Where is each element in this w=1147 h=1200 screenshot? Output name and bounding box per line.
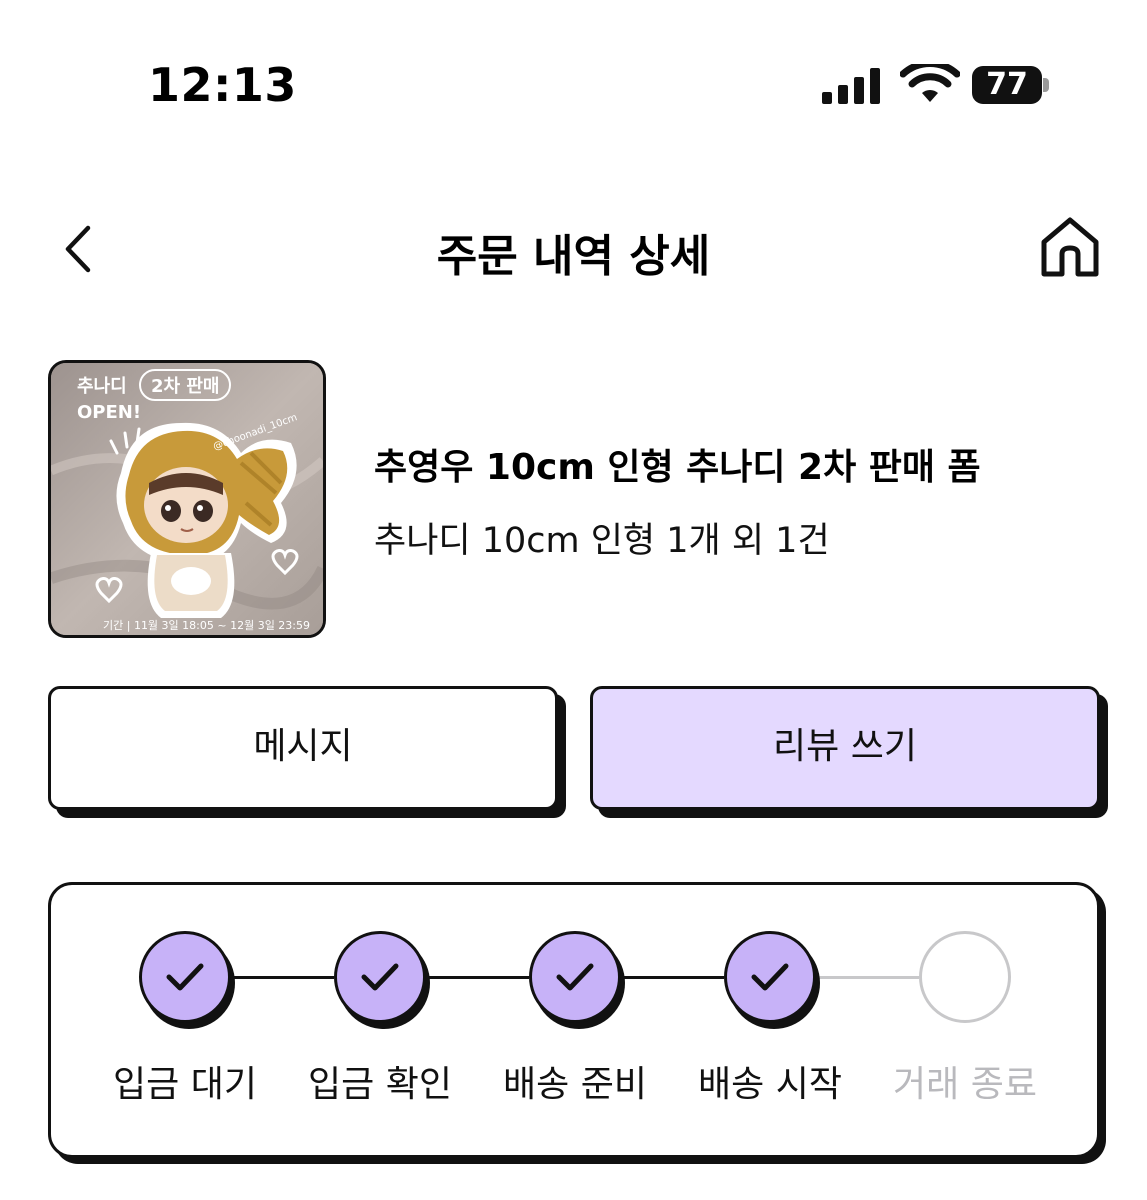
progress-connector <box>816 976 919 979</box>
progress-step-label: 입금 확인 <box>308 1064 452 1105</box>
home-icon <box>1041 217 1099 277</box>
order-detail-screen: 12:13 77 주문 내역 상세 추나디 2차 판매 OPEN! @choon… <box>0 0 1147 1200</box>
progress-step-circle <box>334 931 426 1023</box>
order-progress-card: 입금 대기 입금 확인 배송 준비 배송 시작 거래 종료 <box>48 882 1100 1158</box>
progress-steps: 입금 대기 입금 확인 배송 준비 배송 시작 거래 종료 <box>51 885 1097 1155</box>
progress-step-circle <box>724 931 816 1023</box>
message-button[interactable]: 메시지 <box>48 686 558 810</box>
thumbnail-headline-left: 추나디 <box>77 376 127 397</box>
wifi-icon <box>900 64 960 102</box>
page-title: 주문 내역 상세 <box>436 231 711 282</box>
home-button[interactable] <box>1036 214 1104 280</box>
battery-level: 77 <box>986 67 1028 102</box>
product-thumbnail[interactable]: 추나디 2차 판매 OPEN! @choonadi_10cm 기간 | 11월 … <box>48 360 326 638</box>
signal-icon <box>822 68 880 104</box>
check-icon <box>751 963 789 991</box>
check-icon <box>166 963 204 991</box>
progress-connector <box>231 976 334 979</box>
doll-illustration <box>95 422 299 618</box>
product-title[interactable]: 추영우 10cm 인형 추나디 2차 판매 폼 <box>374 438 981 490</box>
progress-step-label: 입금 대기 <box>113 1064 257 1105</box>
progress-step-label: 배송 시작 <box>698 1064 842 1105</box>
progress-step-circle <box>139 931 231 1023</box>
write-review-button[interactable]: 리뷰 쓰기 <box>590 686 1100 810</box>
progress-connector <box>621 976 724 979</box>
check-icon <box>361 963 399 991</box>
status-time: 12:13 <box>148 58 297 112</box>
thumbnail-headline-pill: 2차 판매 <box>138 369 232 401</box>
progress-step-label: 배송 준비 <box>503 1064 647 1105</box>
progress-step-circle <box>919 931 1011 1023</box>
product-subtitle: 추나디 10cm 인형 1개 외 1건 <box>374 521 830 561</box>
progress-step-label: 거래 종료 <box>893 1064 1037 1105</box>
thumbnail-footer: 기간 | 11월 3일 18:05 ~ 12월 3일 23:59 <box>103 619 311 632</box>
battery-tip <box>1043 78 1049 92</box>
progress-step-circle <box>529 931 621 1023</box>
check-icon <box>556 963 594 991</box>
battery-icon: 77 <box>972 66 1042 104</box>
progress-connector <box>426 976 529 979</box>
